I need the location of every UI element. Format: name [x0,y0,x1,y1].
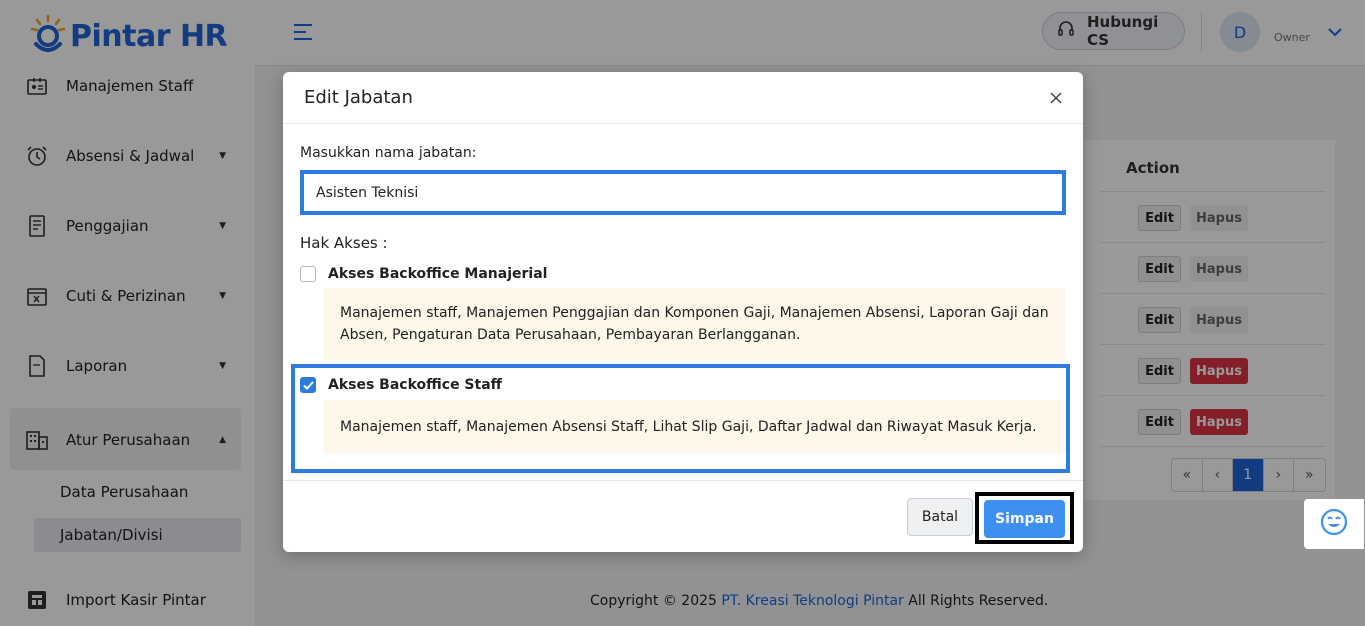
position-name-input[interactable] [300,170,1066,215]
smiley-icon [1320,508,1348,540]
access-option-staff: Akses Backoffice Staff [300,377,502,393]
modal-title: Edit Jabatan [304,87,413,108]
access-option-label: Akses Backoffice Staff [328,377,502,393]
chat-widget-button[interactable] [1304,499,1364,549]
edit-jabatan-modal: Edit Jabatan Masukkan nama jabatan: Hak … [283,72,1083,552]
access-description-text: Manajemen staff, Manajemen Penggajian da… [340,305,1049,343]
cancel-button[interactable]: Batal [907,498,973,536]
save-button-focus-frame: Simpan [975,492,1074,544]
check-icon [302,380,314,390]
modal-header: Edit Jabatan [283,72,1083,124]
access-option-description: Manajemen staff, Manajemen Penggajian da… [324,288,1066,360]
close-icon[interactable] [1048,90,1064,106]
access-description-text: Manajemen staff, Manajemen Absensi Staff… [340,418,1037,435]
manajerial-checkbox[interactable] [300,266,316,282]
staff-checkbox[interactable] [300,377,316,393]
access-option-manajerial: Akses Backoffice Manajerial [300,266,547,282]
access-option-label: Akses Backoffice Manajerial [328,266,548,282]
position-name-label: Masukkan nama jabatan: [300,145,477,161]
save-button[interactable]: Simpan [984,500,1065,538]
modal-footer: Batal Simpan [283,480,1083,552]
access-rights-label: Hak Akses : [300,234,388,252]
access-option-description: Manajemen staff, Manajemen Absensi Staff… [324,400,1066,453]
